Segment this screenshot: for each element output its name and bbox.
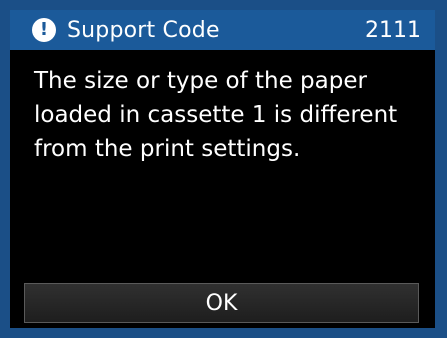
alert-icon: ! <box>32 18 56 42</box>
message-line: loaded in cassette 1 is different <box>34 102 398 128</box>
message-line: from the print settings. <box>34 136 301 162</box>
button-area: OK <box>10 272 435 328</box>
dialog-title: Support Code <box>67 17 220 43</box>
printer-lcd-screen: ! Support Code 2111 The size or type of … <box>0 0 447 338</box>
title-bar: ! Support Code 2111 <box>10 10 435 50</box>
message-panel: The size or type of the paper loaded in … <box>10 50 435 272</box>
support-code-number: 2111 <box>365 17 421 43</box>
message-line: The size or type of the paper <box>34 68 367 94</box>
ok-button[interactable]: OK <box>24 283 419 323</box>
